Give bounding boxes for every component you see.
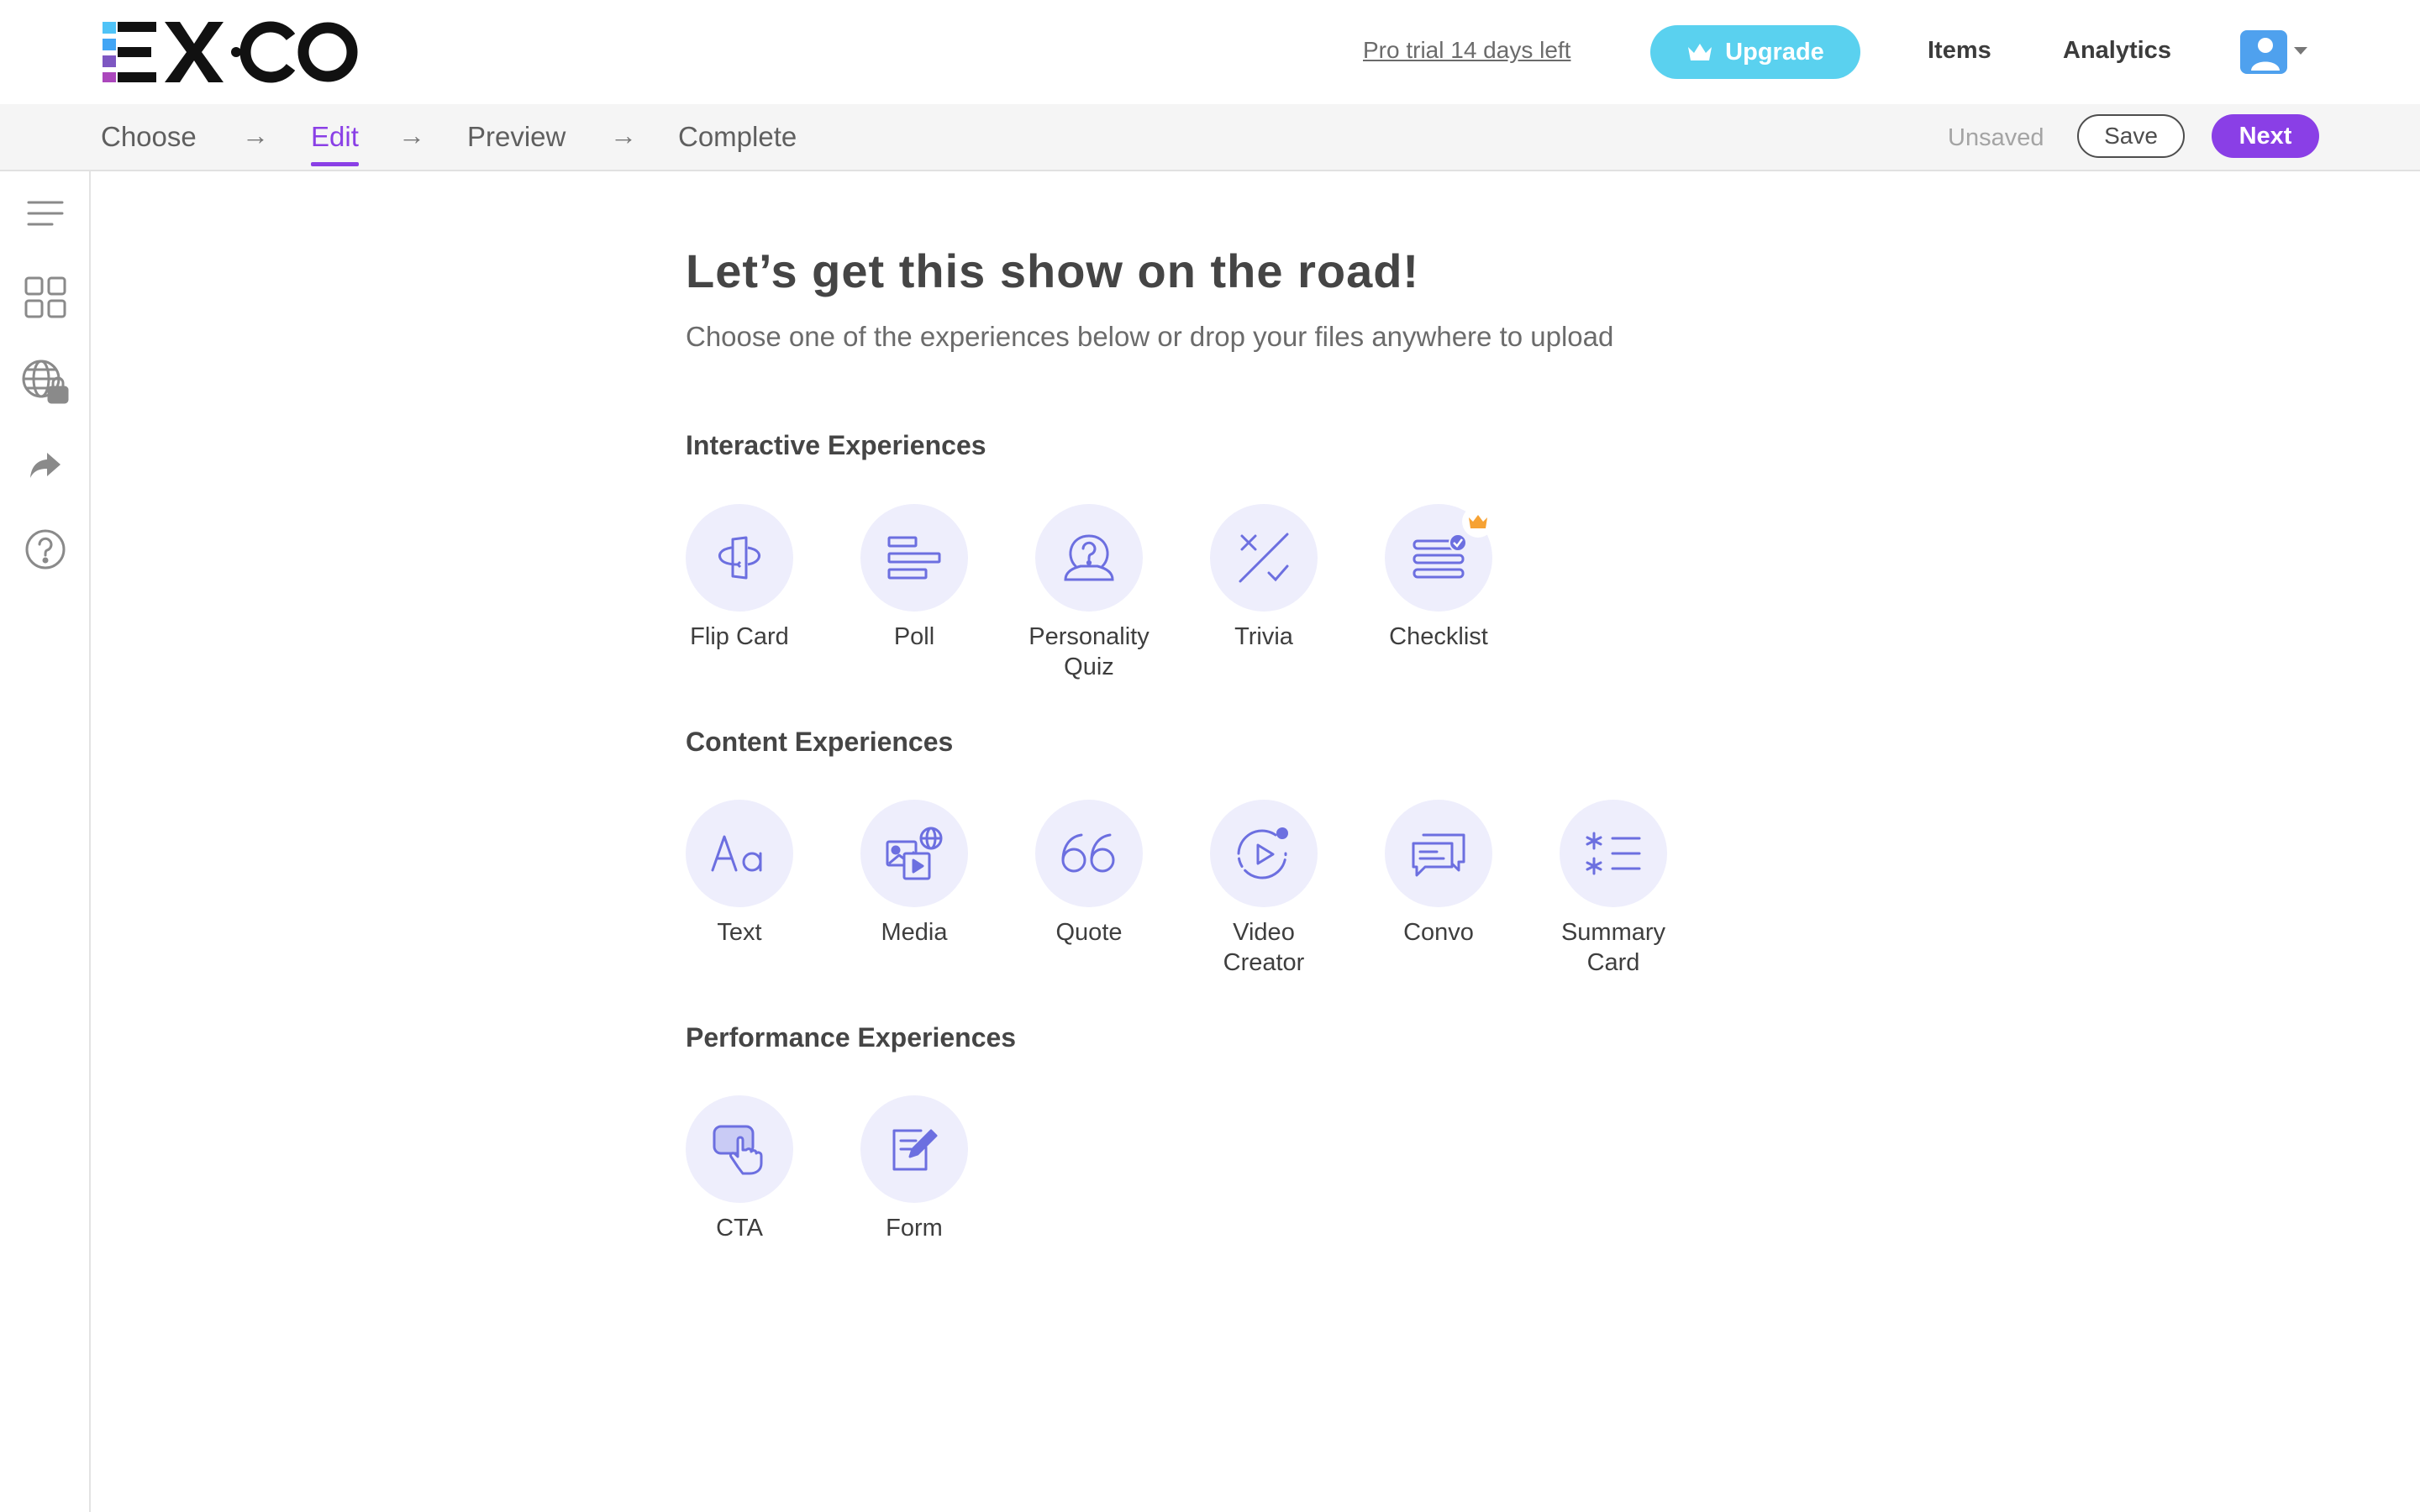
trivia-icon [1210, 504, 1318, 612]
tile-form[interactable]: Form [830, 1095, 998, 1243]
tile-label: Text [717, 919, 762, 946]
tile-quote[interactable]: Quote [1005, 800, 1173, 948]
text-icon [686, 800, 793, 907]
next-button[interactable]: Next [2212, 114, 2319, 158]
tile-label: Summary Card [1560, 919, 1666, 976]
checklist-icon [1385, 504, 1494, 612]
tile-cta[interactable]: CTA [655, 1095, 823, 1243]
upgrade-label: Upgrade [1725, 38, 1824, 66]
flip-card-icon [686, 504, 793, 612]
tile-label: Flip Card [690, 623, 789, 650]
tile-video-creator[interactable]: Video Creator [1180, 800, 1348, 978]
quote-icon [1035, 800, 1143, 907]
tile-label: Media [881, 919, 948, 946]
tile-media[interactable]: Media [830, 800, 998, 948]
grid-icon[interactable] [20, 272, 71, 323]
tile-text[interactable]: Text [655, 800, 823, 948]
upgrade-button[interactable]: Upgrade [1650, 25, 1860, 79]
share-icon[interactable] [20, 440, 71, 491]
user-icon [2251, 38, 2280, 71]
trial-link[interactable]: Pro trial 14 days left [1363, 37, 1570, 64]
tile-checklist[interactable]: Checklist [1355, 504, 1523, 652]
convo-icon [1385, 800, 1492, 907]
help-icon[interactable] [20, 524, 71, 575]
section-title-interactive: Interactive Experiences [686, 430, 986, 460]
tile-label: Form [886, 1215, 943, 1242]
personality-quiz-icon [1035, 504, 1143, 612]
avatar[interactable] [2240, 30, 2287, 74]
tile-label: Checklist [1389, 623, 1488, 650]
menu-icon[interactable] [20, 188, 71, 239]
tile-label: Poll [893, 623, 935, 650]
section-title-content: Content Experiences [686, 727, 954, 757]
tile-summary-card[interactable]: Summary Card [1529, 800, 1697, 978]
step-edit[interactable]: Edit [311, 121, 359, 166]
sidebar [0, 171, 91, 1512]
crown-icon [1688, 44, 1712, 60]
poll-icon [860, 504, 968, 612]
step-complete[interactable]: Complete [678, 121, 797, 153]
step-bar: Choose → Edit → Preview → Complete Unsav… [0, 104, 2420, 171]
video-creator-icon [1210, 800, 1318, 907]
tile-label: Personality Quiz [1028, 623, 1150, 680]
tile-label: Video Creator [1223, 919, 1305, 976]
save-status: Unsaved [1948, 124, 2044, 151]
premium-crown-icon [1462, 506, 1494, 538]
section-title-performance: Performance Experiences [686, 1022, 1017, 1053]
tile-poll[interactable]: Poll [830, 504, 998, 652]
page-subtitle: Choose one of the experiences below or d… [686, 321, 1614, 352]
media-icon [860, 800, 968, 907]
nav-items[interactable]: Items [1928, 37, 1991, 65]
globe-lock-icon[interactable] [20, 356, 71, 407]
chevron-down-icon[interactable] [2294, 47, 2307, 55]
tile-label: Convo [1403, 919, 1474, 946]
nav-analytics[interactable]: Analytics [2063, 37, 2171, 65]
tile-convo[interactable]: Convo [1355, 800, 1523, 948]
tile-personality-quiz[interactable]: Personality Quiz [1005, 504, 1173, 682]
step-preview[interactable]: Preview [467, 121, 566, 153]
step-arrow: → [610, 120, 637, 150]
tile-label: CTA [716, 1215, 763, 1242]
tile-trivia[interactable]: Trivia [1180, 504, 1348, 652]
step-arrow: → [242, 120, 269, 150]
save-button[interactable]: Save [2077, 114, 2185, 158]
page-title: Let’s get this show on the road! [686, 244, 1420, 297]
tile-label: Quote [1055, 919, 1123, 946]
step-choose[interactable]: Choose [101, 121, 197, 153]
exco-logo[interactable] [99, 20, 360, 84]
tile-label: Trivia [1234, 623, 1293, 650]
top-bar: Pro trial 14 days left Upgrade Items Ana… [0, 0, 2420, 104]
summary-card-icon [1560, 800, 1667, 907]
form-icon [860, 1095, 968, 1203]
cta-icon [686, 1095, 793, 1203]
tile-flip-card[interactable]: Flip Card [655, 504, 823, 652]
step-arrow: → [398, 120, 425, 150]
